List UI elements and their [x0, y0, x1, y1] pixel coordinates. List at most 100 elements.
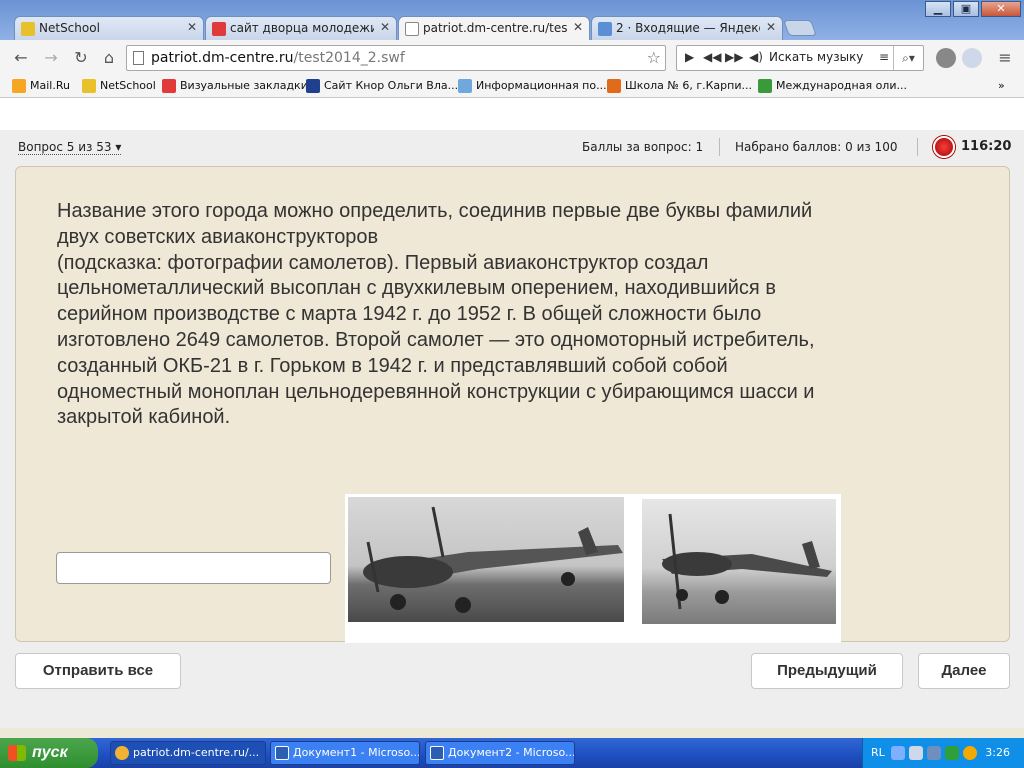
bookmark-school6[interactable]: Школа № 6, г.Карпи...	[607, 79, 752, 93]
task-label: Документ1 - Microso...	[293, 746, 420, 759]
page-icon	[458, 79, 472, 93]
tab-yandex-search[interactable]: сайт дворца молодежи ека ✕	[205, 16, 397, 40]
chrome-icon	[115, 746, 129, 760]
tab-patriot-test[interactable]: patriot.dm-centre.ru/test20 ✕	[398, 16, 590, 40]
word-icon	[275, 746, 289, 760]
mailru-icon	[12, 79, 26, 93]
bookmark-label: Информационная по...	[476, 79, 607, 92]
language-indicator[interactable]: RL	[871, 746, 885, 759]
play-icon[interactable]: ▶	[685, 50, 694, 64]
back-arrow-icon[interactable]: ←	[10, 48, 32, 68]
previous-button[interactable]: Предыдущий	[751, 653, 903, 689]
next-button[interactable]: Далее	[918, 653, 1010, 689]
fighter-aircraft-photo	[642, 499, 836, 624]
score-per-question: Баллы за вопрос: 1	[582, 140, 704, 154]
timer-icon	[933, 136, 955, 158]
quiz-app: Вопрос 5 из 53 ▾ Баллы за вопрос: 1 Набр…	[0, 130, 1024, 728]
home-icon[interactable]: ⌂	[98, 48, 120, 68]
netschool-icon	[82, 79, 96, 93]
bookmark-knor[interactable]: Сайт Кнор Ольги Вла...	[306, 79, 459, 93]
search-icon[interactable]: ⌕▾	[893, 46, 923, 70]
tab-label: сайт дворца молодежи ека	[230, 21, 374, 35]
antivirus-icon[interactable]	[963, 746, 977, 760]
display-icon[interactable]	[927, 746, 941, 760]
page-header-gap	[0, 98, 1024, 130]
yandex-icon	[212, 22, 226, 36]
clock: 3:26	[985, 746, 1010, 759]
bookmark-olympiad[interactable]: Международная оли...	[758, 79, 907, 93]
maximize-button[interactable]: ▣	[953, 1, 979, 17]
nvidia-icon[interactable]	[945, 746, 959, 760]
extension-icon[interactable]	[936, 48, 956, 68]
word-icon	[430, 746, 444, 760]
url-host: patriot.dm-centre.ru	[151, 50, 294, 66]
tab-label: 2 · Входящие — Яндекс.По	[616, 21, 760, 35]
forward-arrow-icon[interactable]: →	[40, 48, 62, 68]
page-icon	[133, 51, 144, 65]
rewind-icon[interactable]: ◀◀	[703, 50, 721, 64]
mail-icon	[598, 22, 612, 36]
aircraft-photos	[345, 494, 841, 643]
url-path: /test2014_2.swf	[293, 50, 405, 66]
bookmark-label: NetSchool	[100, 79, 156, 92]
bookmarks-overflow-icon[interactable]: »	[998, 79, 1005, 92]
music-search-input[interactable]: Искать музыку	[769, 50, 863, 64]
bookmark-visual[interactable]: Визуальные закладки	[162, 79, 308, 93]
bookmarks-bar: Mail.Ru NetSchool Визуальные закладки Са…	[0, 76, 1024, 98]
bookmark-label: Mail.Ru	[30, 79, 70, 92]
bookmark-label: Сайт Кнор Ольги Вла...	[324, 79, 459, 92]
divider	[719, 138, 720, 156]
page-icon	[405, 22, 419, 36]
leaf-icon	[758, 79, 772, 93]
bookmark-netschool[interactable]: NetSchool	[82, 79, 156, 93]
fast-forward-icon[interactable]: ▶▶	[725, 50, 743, 64]
close-icon[interactable]: ✕	[380, 20, 390, 34]
question-selector-label: Вопрос 5 из 53	[18, 140, 112, 154]
reload-icon[interactable]: ↻	[70, 48, 92, 68]
school-icon	[607, 79, 621, 93]
new-tab-button[interactable]	[783, 20, 817, 36]
timer-value: 116:20	[961, 139, 1012, 154]
tab-yandex-mail[interactable]: 2 · Входящие — Яндекс.По ✕	[591, 16, 783, 40]
tray-arrow-icon[interactable]	[891, 746, 905, 760]
question-text: Название этого города можно определить, …	[57, 200, 815, 429]
yandex-icon	[162, 79, 176, 93]
chrome-menu-icon[interactable]: ≡	[994, 48, 1016, 68]
address-bar[interactable]: patriot.dm-centre.ru/test2014_2.swf ☆	[126, 45, 666, 71]
task-label: Документ2 - Microso...	[448, 746, 575, 759]
music-search-widget: ▶ ◀◀ ▶▶ ◀) Искать музыку ≡ ⌕▾	[676, 45, 924, 71]
task-word-doc1[interactable]: Документ1 - Microso...	[270, 741, 420, 765]
start-label: пуск	[32, 744, 68, 761]
network-icon[interactable]	[909, 746, 923, 760]
page-content: Вопрос 5 из 53 ▾ Баллы за вопрос: 1 Набр…	[0, 98, 1024, 728]
start-button[interactable]: пуск	[0, 738, 98, 768]
close-icon[interactable]: ✕	[766, 20, 776, 34]
bookmark-label: Визуальные закладки	[180, 79, 308, 92]
bookmark-label: Международная оли...	[776, 79, 907, 92]
task-label: patriot.dm-centre.ru/...	[133, 746, 260, 759]
netschool-icon	[21, 22, 35, 36]
tab-netschool[interactable]: NetSchool ✕	[14, 16, 204, 40]
task-word-doc2[interactable]: Документ2 - Microso...	[425, 741, 575, 765]
close-icon[interactable]: ✕	[573, 20, 583, 34]
menu-icon[interactable]: ≡	[879, 50, 889, 64]
submit-all-button[interactable]: Отправить все	[15, 653, 181, 689]
bookmark-mailru[interactable]: Mail.Ru	[12, 79, 70, 93]
divider	[917, 138, 918, 156]
uk-flag-icon	[306, 79, 320, 93]
bomber-aircraft-photo	[348, 497, 624, 622]
chevron-down-icon: ▾	[115, 140, 122, 154]
system-tray: RL 3:26	[862, 738, 1024, 768]
question-selector[interactable]: Вопрос 5 из 53 ▾	[18, 140, 122, 155]
minimize-button[interactable]: ▁	[925, 1, 951, 17]
window-close-button[interactable]: ✕	[981, 1, 1021, 17]
notification-icon[interactable]	[962, 48, 982, 68]
bookmark-info[interactable]: Информационная по...	[458, 79, 607, 93]
task-chrome[interactable]: patriot.dm-centre.ru/...	[110, 741, 266, 765]
speaker-icon[interactable]: ◀)	[749, 50, 763, 64]
close-icon[interactable]: ✕	[187, 20, 197, 34]
question-card: Название этого города можно определить, …	[15, 166, 1010, 643]
browser-toolbar: ← → ↻ ⌂ patriot.dm-centre.ru/test2014_2.…	[0, 40, 1024, 76]
answer-input[interactable]	[56, 552, 331, 584]
star-icon[interactable]: ☆	[647, 46, 661, 70]
